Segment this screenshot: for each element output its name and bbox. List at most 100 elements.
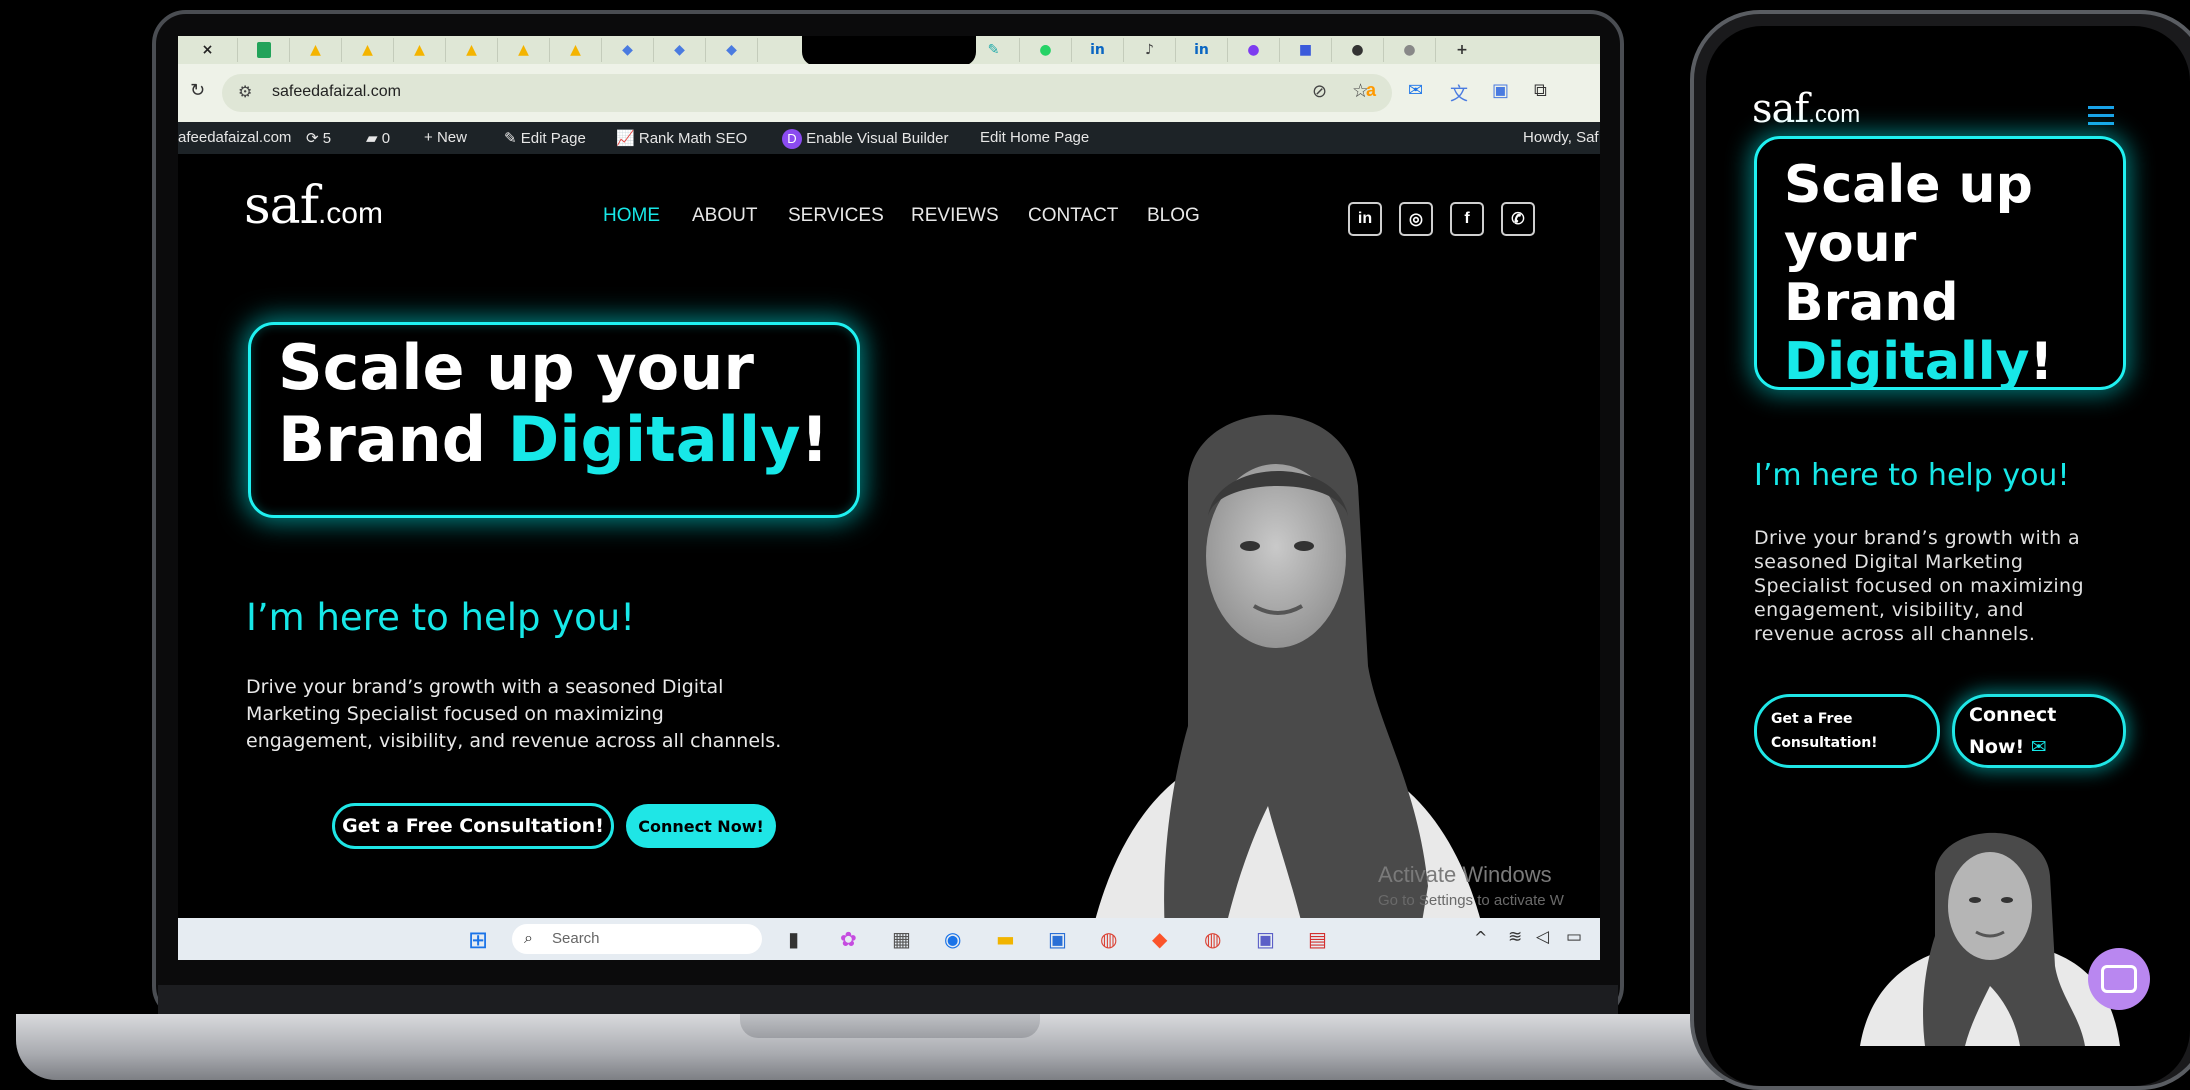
amazon-extension-icon[interactable]: a [1366,80,1376,101]
nav-about[interactable]: ABOUT [692,205,757,227]
tab-diamond-1[interactable]: ◆ [602,38,654,62]
tab-audio[interactable]: ♪ [1124,38,1176,62]
address-bar[interactable]: ⚙ safeedafaizal.com ⊘ ☆ [222,74,1392,112]
calculator-icon[interactable]: ▦ [892,927,911,951]
forms-icon: ■ [1298,42,1313,58]
tab-canva[interactable]: ● [1228,38,1280,62]
task-view-icon[interactable]: ▮ [788,927,799,951]
tab-ads-5[interactable]: ▲ [498,38,550,62]
tab-ads-6[interactable]: ▲ [550,38,602,62]
nav-home[interactable]: HOME [603,205,660,227]
extensions-puzzle-icon[interactable]: ⧉ [1534,80,1547,101]
pdf-icon[interactable]: ▤ [1308,927,1327,951]
mail-extension-icon[interactable]: ✉ [1408,80,1423,101]
chevron-up-icon[interactable]: ^ [1474,928,1487,947]
battery-icon[interactable]: ▭ [1566,927,1582,947]
nav-blog[interactable]: BLOG [1147,205,1200,227]
taskbar-search-text: Search [552,930,600,947]
nav-reviews[interactable]: REVIEWS [911,205,999,227]
laptop-trackpad-notch [740,1014,1040,1038]
phone-cta-secondary-word: Now! [1969,736,2025,758]
plus-icon: + [424,129,433,146]
hamburger-menu-icon[interactable] [2088,106,2114,125]
divi-icon: D [782,129,802,149]
connect-now-button[interactable]: Connect Now! [626,804,776,848]
admin-updates[interactable]: ⟳ 5 [306,129,331,147]
volume-icon[interactable]: ◁ [1536,927,1549,947]
tab-forms[interactable]: ■ [1280,38,1332,62]
canva-icon: ● [1247,42,1260,58]
store-icon[interactable]: ▣ [1048,927,1067,951]
whatsapp-icon: ● [1039,42,1052,58]
admin-edit-page-label: Edit Page [520,130,586,147]
facebook-social-icon[interactable]: f [1450,202,1484,236]
admin-howdy[interactable]: Howdy, Saf [1523,129,1599,146]
hero-brand-word: Brand [278,402,508,476]
tab-whatsapp[interactable]: ● [1020,38,1072,62]
google-ads-icon: ▲ [414,42,425,58]
teams-icon[interactable]: ▣ [1256,927,1275,951]
admin-comments[interactable]: ▰ 0 [366,129,390,147]
code-extension-icon[interactable]: ▣ [1492,80,1509,101]
linkedin-social-icon[interactable]: in [1348,202,1382,236]
reload-icon[interactable]: ↻ [190,80,205,101]
phone-subheading: I’m here to help you! [1754,458,2070,493]
tab-ads-2[interactable]: ▲ [342,38,394,62]
close-tab-icon[interactable]: × [178,38,238,62]
phone-hero-line: Brand [1784,273,1959,333]
wifi-icon[interactable]: ≋ [1508,927,1522,947]
tab-linkedin-2[interactable]: in [1176,38,1228,62]
chrome-profile-icon[interactable]: ◍ [1204,927,1221,951]
rank-math-icon: 📈 [616,130,635,147]
tab-camera[interactable]: ● [1332,38,1384,62]
tab-diamond-2[interactable]: ◆ [654,38,706,62]
brave-icon[interactable]: ◆ [1152,927,1167,951]
site-settings-icon[interactable]: ⚙ [238,82,252,101]
phone-cta-secondary-line-2: Now! ✉ [1969,731,2047,763]
tab-sheets[interactable] [238,38,290,62]
nav-services[interactable]: SERVICES [788,205,884,227]
eye-off-icon[interactable]: ⊘ [1312,81,1327,102]
windows-watermark: Activate Windows [1378,862,1552,887]
pencil-icon: ✎ [504,130,517,147]
admin-site-link[interactable]: afeedafaizal.com [178,129,291,146]
phone-connect-now-button[interactable]: Connect Now! ✉ [1952,694,2126,768]
admin-edit-page[interactable]: ✎ Edit Page [504,129,586,147]
nav-contact[interactable]: CONTACT [1028,205,1118,227]
phone-hero-line: Digitally! [1784,333,2053,392]
chrome-icon[interactable]: ◍ [1100,927,1117,951]
url-text: safeedafaizal.com [272,83,401,100]
file-explorer-icon[interactable]: ▬ [996,927,1015,951]
tab-ads-3[interactable]: ▲ [394,38,446,62]
chat-widget-button[interactable] [2088,948,2150,1010]
tab-chatgpt[interactable]: ● [1384,38,1436,62]
admin-new[interactable]: + New [424,129,467,146]
taskbar-search[interactable]: ⌕ Search [512,924,762,954]
camera-icon: ● [1351,42,1364,58]
tab-diamond-3[interactable]: ◆ [706,38,758,62]
admin-visual-builder[interactable]: D Enable Visual Builder [782,129,949,149]
phone-cta-primary-line: Consultation! [1771,735,1878,751]
site-logo[interactable]: saf.com [244,176,383,236]
new-tab-button[interactable]: + [1436,38,1488,62]
phone-free-consultation-button[interactable]: Get a Free Consultation! [1754,694,1940,768]
tab-ads-4[interactable]: ▲ [446,38,498,62]
updates-count: 5 [322,130,332,147]
admin-rank-math[interactable]: 📈 Rank Math SEO [616,129,747,147]
translate-extension-icon[interactable]: 文 [1450,80,1468,106]
tab-linkedin-1[interactable]: in [1072,38,1124,62]
free-consultation-button[interactable]: Get a Free Consultation! [332,803,614,849]
copilot-icon[interactable]: ✿ [840,927,857,951]
whatsapp-social-icon[interactable]: ✆ [1501,202,1535,236]
admin-edit-home[interactable]: Edit Home Page [980,129,1089,146]
laptop-hinge [158,985,1618,1015]
linkedin-icon: in [1194,42,1209,58]
edge-icon[interactable]: ◉ [944,927,961,951]
phone-hero-exclamation: ! [2029,332,2054,392]
instagram-social-icon[interactable]: ◎ [1399,202,1433,236]
tab-ads-1[interactable]: ▲ [290,38,342,62]
search-icon: ⌕ [524,928,533,947]
phone-site-logo[interactable]: saf.com [1752,86,1860,132]
windows-start-icon[interactable]: ⊞ [468,926,488,954]
google-ads-icon: ▲ [570,42,581,58]
